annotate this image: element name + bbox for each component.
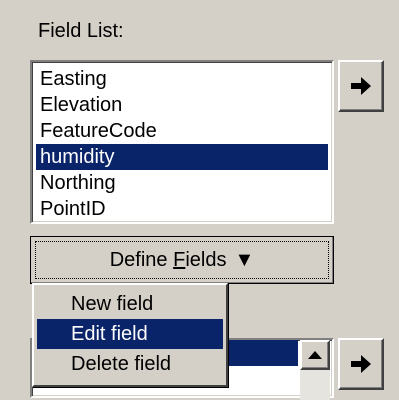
define-fields-label: Define Fields [109, 248, 227, 271]
list-item[interactable]: Northing [36, 170, 328, 196]
define-fields-menu: New field Edit field Delete field [32, 283, 228, 387]
vertical-scrollbar[interactable] [300, 340, 330, 400]
field-list-label: Field List: [38, 20, 124, 42]
list-item[interactable]: Easting [36, 66, 328, 92]
list-item-selected[interactable]: humidity [36, 144, 328, 170]
list-item[interactable]: FeatureCode [36, 118, 328, 144]
define-fields-button[interactable]: Define Fields ▼ [30, 236, 334, 284]
list-item[interactable]: Elevation [36, 92, 328, 118]
menu-item-delete-field[interactable]: Delete field [37, 349, 223, 379]
menu-item-edit-field[interactable]: Edit field [37, 319, 223, 349]
add-field-button[interactable] [338, 60, 384, 112]
list-item[interactable]: PointID [36, 196, 328, 222]
right-arrow-icon [340, 62, 382, 110]
menu-item-new-field[interactable]: New field [37, 289, 223, 319]
define-fields-focus: Define Fields ▼ [35, 241, 329, 279]
add-field-button-2[interactable] [338, 338, 384, 390]
up-arrow-icon [302, 342, 328, 368]
dropdown-arrow-icon: ▼ [234, 248, 255, 271]
scroll-up-button[interactable] [300, 340, 330, 370]
right-arrow-icon [340, 340, 382, 388]
field-list[interactable]: Easting Elevation FeatureCode humidity N… [30, 60, 334, 224]
